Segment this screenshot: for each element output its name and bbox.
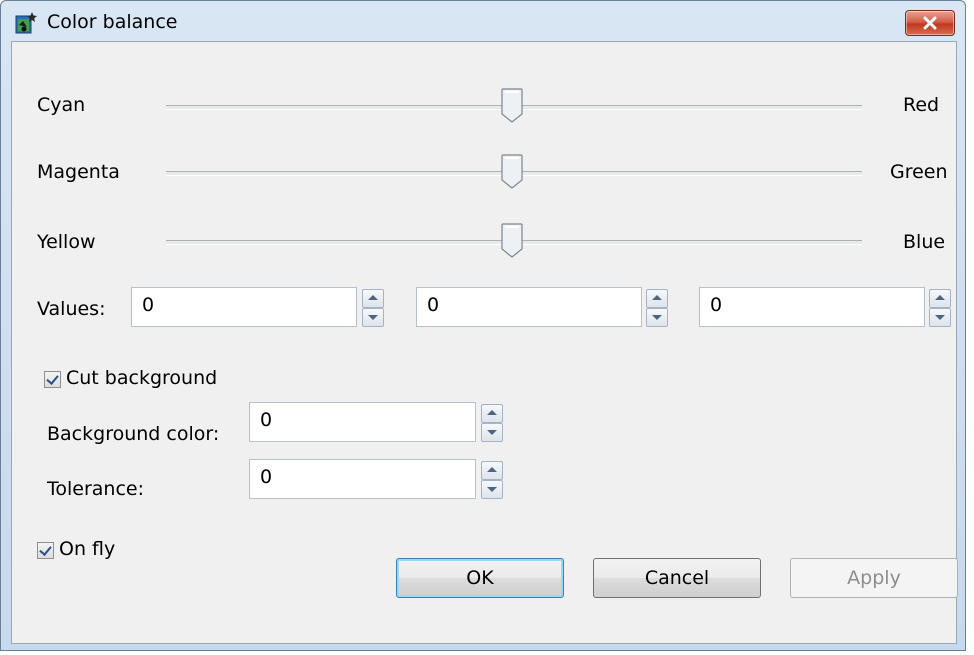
title-bar[interactable]: Color balance [1, 1, 965, 41]
spin-up-icon[interactable] [646, 289, 668, 308]
tolerance-label: Tolerance: [47, 478, 145, 500]
spin-down-icon[interactable] [646, 308, 668, 327]
ok-button[interactable]: OK [396, 558, 564, 598]
spin-up-icon[interactable] [929, 289, 951, 308]
spin-down-icon[interactable] [481, 480, 503, 499]
on-fly-label: On fly [59, 538, 116, 560]
red-label: Red [903, 94, 940, 116]
spin-up-icon[interactable] [481, 404, 503, 423]
yellow-blue-slider[interactable] [166, 223, 862, 263]
window-title: Color balance [47, 11, 178, 33]
slider-thumb[interactable] [501, 88, 523, 124]
color-balance-app-icon [15, 11, 39, 35]
close-icon [923, 16, 937, 30]
cut-background-checkbox[interactable] [44, 371, 61, 388]
cut-background-label: Cut background [66, 367, 218, 389]
background-color-spinner[interactable] [481, 404, 503, 442]
values-label: Values: [37, 298, 106, 320]
close-button[interactable] [905, 10, 955, 36]
cyan-red-slider[interactable] [166, 88, 862, 128]
magenta-label: Magenta [37, 161, 120, 183]
value-field-1[interactable]: 0 [131, 287, 357, 327]
blue-label: Blue [903, 231, 946, 253]
spin-down-icon[interactable] [481, 423, 503, 442]
cyan-label: Cyan [37, 94, 86, 116]
green-label: Green [890, 161, 948, 183]
spin-up-icon[interactable] [362, 289, 384, 308]
value-3-spinner[interactable] [929, 289, 951, 327]
spin-down-icon[interactable] [929, 308, 951, 327]
spin-up-icon[interactable] [481, 461, 503, 480]
on-fly-checkbox[interactable] [37, 542, 54, 559]
tolerance-spinner[interactable] [481, 461, 503, 499]
magenta-green-slider[interactable] [166, 154, 862, 194]
slider-thumb[interactable] [501, 154, 523, 190]
background-color-field[interactable]: 0 [249, 402, 476, 442]
tolerance-field[interactable]: 0 [249, 459, 476, 499]
value-field-2[interactable]: 0 [416, 287, 642, 327]
value-2-spinner[interactable] [646, 289, 668, 327]
cancel-button[interactable]: Cancel [593, 558, 761, 598]
value-field-3[interactable]: 0 [699, 287, 925, 327]
color-balance-dialog: Color balance Cyan Red Magenta Green Yel… [0, 0, 966, 651]
yellow-label: Yellow [37, 231, 96, 253]
apply-button[interactable]: Apply [790, 558, 958, 598]
spin-down-icon[interactable] [362, 308, 384, 327]
background-color-label: Background color: [47, 423, 220, 445]
dialog-body: Cyan Red Magenta Green Yellow Blue Value… [11, 41, 958, 644]
value-1-spinner[interactable] [362, 289, 384, 327]
slider-thumb[interactable] [501, 223, 523, 259]
